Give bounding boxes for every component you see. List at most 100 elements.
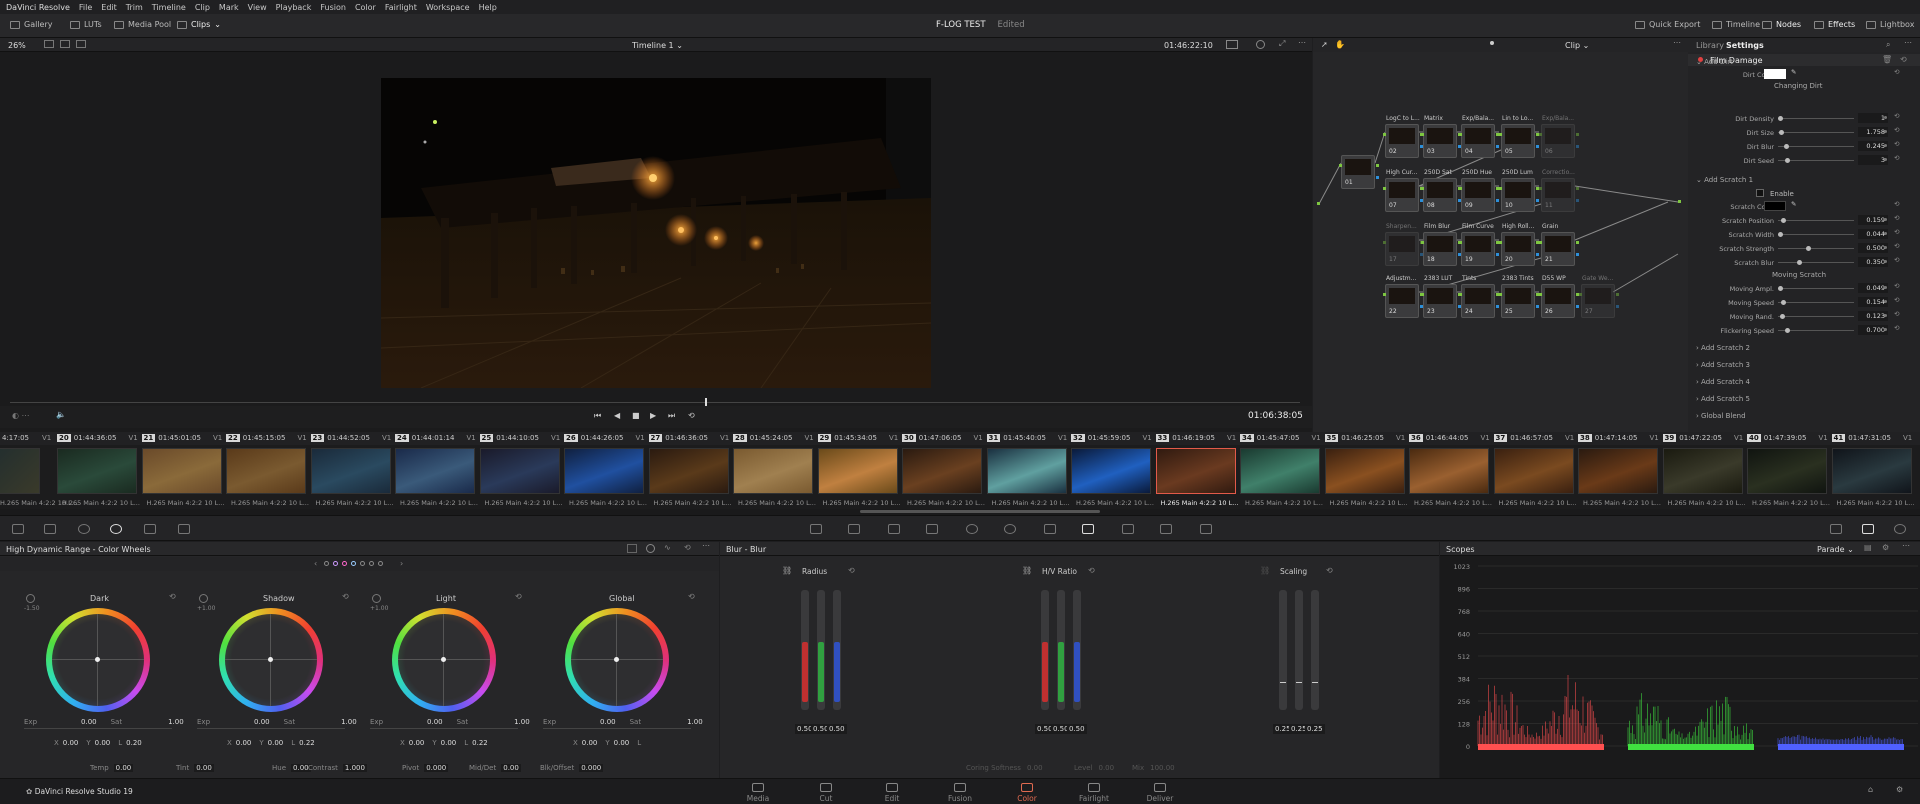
node-output-pin[interactable] bbox=[1616, 293, 1619, 296]
keyframe-dot[interactable] bbox=[1884, 246, 1887, 249]
keyframe-dot[interactable] bbox=[1884, 286, 1887, 289]
link-icon[interactable]: ⛓ bbox=[782, 566, 792, 575]
node-input-pin[interactable] bbox=[1539, 133, 1542, 136]
clip-thumbnail[interactable] bbox=[902, 448, 982, 494]
node-input-pin[interactable] bbox=[1383, 187, 1386, 190]
node-input-pin[interactable] bbox=[1383, 241, 1386, 244]
clip-thumbnail[interactable] bbox=[1662, 448, 1743, 494]
node[interactable]: 01 bbox=[1339, 155, 1379, 189]
keyframe-dot[interactable] bbox=[1884, 158, 1887, 161]
timeline-selector[interactable]: Timeline 1 ⌄ bbox=[632, 41, 683, 50]
blur-slider[interactable] bbox=[1057, 590, 1065, 710]
param-slider[interactable] bbox=[1778, 262, 1854, 263]
node-input-pin[interactable] bbox=[1499, 133, 1502, 136]
param-slider-knob[interactable] bbox=[1780, 300, 1786, 305]
clip-thumbnail[interactable] bbox=[310, 448, 391, 494]
effects-palette-icon[interactable] bbox=[1082, 524, 1094, 534]
gallery-button[interactable]: Gallery bbox=[10, 20, 53, 29]
blur-value[interactable]: 0.25 bbox=[1305, 724, 1325, 734]
node[interactable]: D55 WP 26 bbox=[1539, 275, 1579, 318]
menu-item-trim[interactable]: Trim bbox=[126, 3, 143, 12]
blur-slider[interactable] bbox=[801, 590, 809, 710]
node-output-pin[interactable] bbox=[1576, 187, 1579, 190]
node-input-pin[interactable] bbox=[1459, 187, 1462, 190]
clip-thumbnail[interactable] bbox=[1831, 448, 1912, 494]
node-input-pin[interactable] bbox=[1539, 187, 1542, 190]
reset-icon[interactable]: ⟲ bbox=[1894, 242, 1899, 250]
reset-icon[interactable]: ⟲ bbox=[1088, 566, 1095, 575]
node-key-output-pin[interactable] bbox=[1536, 253, 1539, 256]
node-output-pin[interactable] bbox=[1376, 164, 1379, 167]
node[interactable]: Matrix 03 bbox=[1421, 115, 1461, 158]
reset-icon[interactable]: ⟲ bbox=[1894, 310, 1899, 318]
node[interactable]: Correctio... 11 bbox=[1539, 169, 1579, 212]
param-slider[interactable] bbox=[1778, 132, 1854, 133]
media-pool-button[interactable]: Media Pool bbox=[114, 20, 171, 29]
exp-value[interactable]: 0.00 bbox=[254, 718, 270, 726]
clip-thumbnail[interactable] bbox=[479, 448, 560, 494]
node-key-output-pin[interactable] bbox=[1536, 305, 1539, 308]
split-icon[interactable] bbox=[60, 40, 70, 48]
node-input-pin[interactable] bbox=[1421, 187, 1424, 190]
tab-edit[interactable]: Edit bbox=[872, 783, 912, 803]
wheel-puck[interactable] bbox=[268, 657, 273, 662]
clip-thumbnail[interactable] bbox=[733, 448, 813, 494]
param-slider-knob[interactable] bbox=[1797, 260, 1803, 265]
reset-icon[interactable]: ⟲ bbox=[1894, 112, 1899, 120]
video-frame[interactable] bbox=[381, 78, 931, 388]
speaker-icon[interactable]: 🔈 bbox=[56, 410, 66, 419]
node-input-pin[interactable] bbox=[1459, 241, 1462, 244]
blur-slider[interactable] bbox=[1311, 590, 1319, 710]
last-frame-button[interactable]: ⏭ bbox=[668, 411, 675, 421]
node-more-icon[interactable]: ⋯ bbox=[1673, 38, 1681, 47]
y-value[interactable]: 0.00 bbox=[614, 739, 630, 747]
footer-value[interactable]: 0.000 bbox=[424, 764, 449, 772]
reset-icon[interactable]: ⟲ bbox=[1894, 296, 1899, 304]
keyframe-dot[interactable] bbox=[1884, 328, 1887, 331]
node[interactable]: 250D Sat 08 bbox=[1421, 169, 1461, 212]
node-input-pin[interactable] bbox=[1421, 241, 1424, 244]
reset-icon[interactable]: ⟲ bbox=[1894, 140, 1899, 148]
menu-item-playback[interactable]: Playback bbox=[276, 3, 312, 12]
wheel-puck[interactable] bbox=[441, 657, 446, 662]
clip-thumbnail[interactable] bbox=[226, 448, 306, 494]
node-key-output-pin[interactable] bbox=[1496, 145, 1499, 148]
node-key-output-pin[interactable] bbox=[1496, 305, 1499, 308]
magic-mask-icon[interactable] bbox=[1004, 524, 1016, 534]
quick-export-button[interactable]: Quick Export bbox=[1635, 20, 1700, 29]
tab-media[interactable]: Media bbox=[738, 783, 778, 803]
reverse-play-button[interactable]: ◀ bbox=[614, 411, 620, 420]
z-value[interactable]: 0.22 bbox=[299, 739, 315, 747]
viewer-mode-icon[interactable] bbox=[1226, 40, 1238, 49]
clip-thumbnail[interactable] bbox=[0, 448, 40, 494]
sat-value[interactable]: 1.00 bbox=[341, 718, 357, 726]
node-key-output-pin[interactable] bbox=[1576, 199, 1579, 202]
footer-value[interactable]: 0.000 bbox=[579, 764, 604, 772]
eyedropper-icon[interactable]: ✎ bbox=[1791, 200, 1796, 208]
node[interactable]: 250D Hue 09 bbox=[1459, 169, 1499, 212]
node-key-output-pin[interactable] bbox=[1576, 253, 1579, 256]
node[interactable]: 2383 LUT 23 bbox=[1421, 275, 1461, 318]
clip-thumbnail[interactable] bbox=[1240, 448, 1320, 494]
zone-knob[interactable] bbox=[372, 594, 381, 603]
qualifier-icon[interactable] bbox=[888, 524, 900, 534]
luts-button[interactable]: LUTs bbox=[70, 20, 102, 29]
reset-icon[interactable]: ⟲ bbox=[1900, 55, 1907, 64]
node[interactable]: Exp/Bala... 04 bbox=[1459, 115, 1499, 158]
clip-thumbnail[interactable] bbox=[1493, 448, 1574, 494]
x-value[interactable]: 0.00 bbox=[409, 739, 425, 747]
blur-slider[interactable] bbox=[817, 590, 825, 710]
tab-settings[interactable]: Settings bbox=[1726, 41, 1764, 50]
exp-value[interactable]: 0.00 bbox=[81, 718, 97, 726]
fullscreen-icon[interactable]: ⤢ bbox=[1279, 39, 1285, 49]
reset-icon[interactable]: ⟲ bbox=[169, 592, 176, 601]
grid-icon[interactable] bbox=[76, 40, 86, 48]
node[interactable]: Exp/Bala... 06 bbox=[1539, 115, 1579, 158]
grade-compare-icon[interactable]: ◐ ⋯ bbox=[12, 411, 30, 420]
blur-slider[interactable] bbox=[1073, 590, 1081, 710]
clip-thumbnail[interactable] bbox=[141, 448, 222, 494]
zoom-level[interactable]: 26% bbox=[8, 41, 26, 50]
param-slider-knob[interactable] bbox=[1779, 314, 1785, 319]
reset-icon[interactable]: ⟲ bbox=[688, 592, 695, 601]
menu-item-mark[interactable]: Mark bbox=[219, 3, 239, 12]
